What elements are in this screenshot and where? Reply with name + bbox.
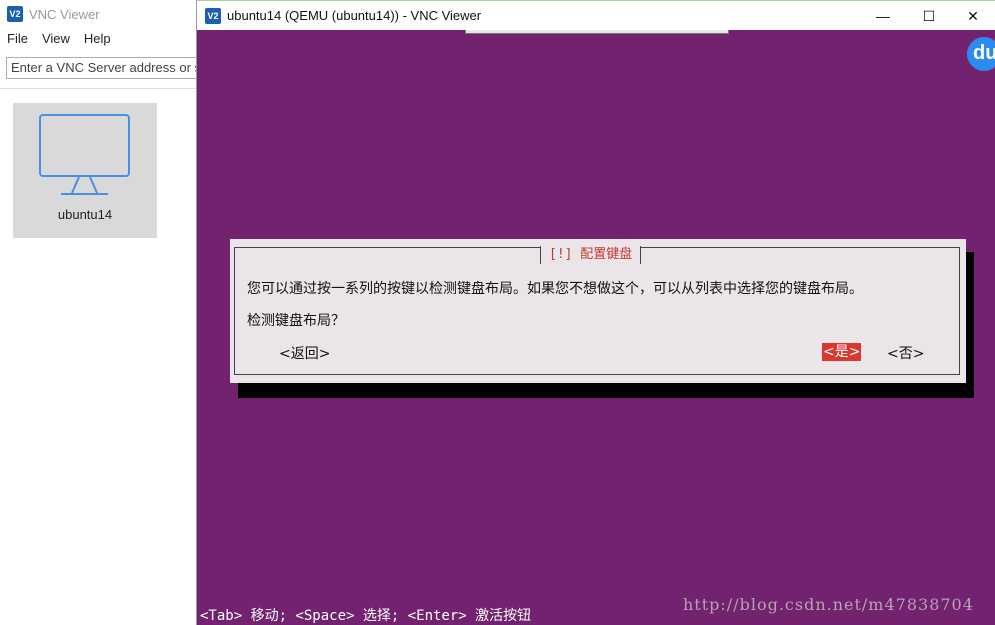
main-menubar: File View Help [0,28,197,48]
session-titlebar: V2 ubuntu14 (QEMU (ubuntu14)) - VNC View… [197,0,995,30]
close-button[interactable]: ✕ [950,1,995,31]
server-tile-name: ubuntu14 [57,207,113,222]
minimize-button[interactable]: — [860,1,906,31]
vnc-session-window: V2 ubuntu14 (QEMU (ubuntu14)) - VNC View… [196,0,995,625]
dialog-frame: [!] 配置键盘 您可以通过按一系列的按键以检测键盘布局。如果您不想做这个，可以… [234,246,960,375]
dialog-title: [!] 配置键盘 [540,246,642,264]
dialog-message: 您可以通过按一系列的按键以检测键盘布局。如果您不想做这个，可以从列表中选择您的键… [247,281,863,297]
main-window-title: VNC Viewer [29,6,100,22]
server-address-input[interactable]: Enter a VNC Server address or s [6,57,206,79]
back-button[interactable]: <返回> [279,343,330,363]
keyboard-help-line: <Tab> 移动; <Space> 选择; <Enter> 激活按钮 [200,608,532,624]
watermark: http://blog.csdn.net/m47838704 [683,595,974,614]
background-panel-edge [465,30,729,34]
yes-button[interactable]: <是> [822,343,862,361]
menu-help[interactable]: Help [84,31,111,46]
du-badge-icon[interactable]: du [967,37,995,71]
divider [0,88,197,89]
vnc-viewer-main-window: V2 VNC Viewer File View Help Enter a VNC… [0,0,206,625]
server-tile-ubuntu14[interactable]: ubuntu14 [13,103,157,238]
no-button[interactable]: <否> [887,343,924,363]
menu-view[interactable]: View [42,31,70,46]
session-window-title: ubuntu14 (QEMU (ubuntu14)) - VNC Viewer [227,8,482,23]
dialog-question: 检测键盘布局？ [247,313,345,329]
monitor-icon [39,114,130,195]
maximize-button[interactable]: ☐ [906,1,952,31]
keyboard-config-dialog: [!] 配置键盘 您可以通过按一系列的按键以检测键盘布局。如果您不想做这个，可以… [230,239,966,383]
vnc-logo-icon: V2 [7,6,23,22]
main-titlebar: V2 VNC Viewer [0,0,197,28]
menu-file[interactable]: File [7,31,28,46]
vnc-logo-icon: V2 [205,7,221,24]
